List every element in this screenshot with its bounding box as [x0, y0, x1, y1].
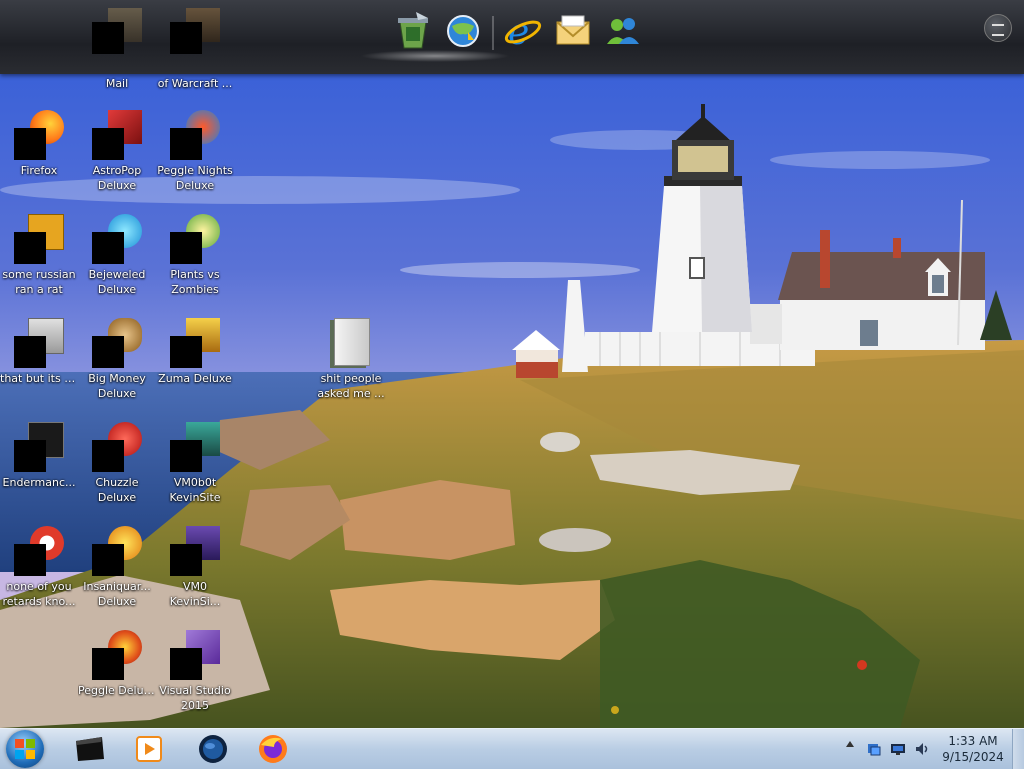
icon-label: Deluxe [97, 283, 137, 296]
icon-label: Firefox [20, 164, 58, 177]
redacted-icon [170, 336, 202, 368]
desktop-icon-none-of-you[interactable]: none of you retards kno... [0, 526, 78, 609]
icon-label: that but its c# [0, 372, 78, 385]
desktop-icon-peggle-deluxe[interactable]: Peggle Deluxe [78, 630, 156, 698]
desktop-icon-vm0-kevinsite[interactable]: VM0 KevinSi... [156, 526, 234, 609]
redacted-icon [92, 440, 124, 472]
black-app-icon[interactable] [72, 733, 106, 765]
redacted-icon [170, 22, 202, 54]
desktop-icon-plants-vs-zombies[interactable]: Plants vs Zombies [156, 214, 234, 297]
redacted-icon [170, 440, 202, 472]
icon-label: of Warcraft ... [157, 77, 233, 90]
internet-explorer-icon[interactable]: e [502, 10, 544, 53]
desktop-icon-bejeweled[interactable]: Bejeweled Deluxe [78, 214, 156, 297]
redacted-icon [170, 648, 202, 680]
icon-label: Mail [105, 77, 129, 90]
display-icon[interactable] [890, 741, 906, 757]
icon-label: Deluxe [97, 595, 137, 608]
media-player-icon[interactable] [132, 733, 166, 765]
desktop-icon-insaniquarium[interactable]: Insaniquar... Deluxe [78, 526, 156, 609]
icon-label: Zombies [171, 283, 219, 296]
icon-label: asked me ... [317, 387, 385, 400]
icon-label: Deluxe [97, 179, 137, 192]
redacted-icon [14, 440, 46, 472]
desktop-icon-peggle-nights[interactable]: Peggle Nights Deluxe [156, 110, 234, 193]
redacted-icon [92, 648, 124, 680]
desktop-icon-big-money[interactable]: Big Money Deluxe [78, 318, 156, 401]
taskbar: 1:33 AM 9/15/2024 [0, 728, 1024, 769]
folder-icon [334, 318, 370, 366]
desktop-icon-astropop[interactable]: AstroPop Deluxe [78, 110, 156, 193]
redacted-icon [92, 544, 124, 576]
icon-label: KevinSite [169, 491, 221, 504]
icon-label: Deluxe [97, 387, 137, 400]
redacted-icon [92, 232, 124, 264]
icon-label: Insaniquar... [83, 580, 151, 593]
icon-label: retards kno... [2, 595, 76, 608]
clock-date: 9/15/2024 [942, 750, 1004, 764]
redacted-icon [170, 544, 202, 576]
icon-label: Big Money [88, 372, 146, 385]
volume-icon[interactable] [914, 741, 930, 757]
desktop-icon-chuzzle[interactable]: Chuzzle Deluxe [78, 422, 156, 505]
redacted-icon [92, 128, 124, 160]
desktop-icon-mail[interactable]: Mail [78, 8, 156, 91]
icon-label: Peggle Nights [157, 164, 233, 177]
update-globe-icon[interactable] [442, 10, 484, 52]
windows-logo-icon [15, 739, 35, 759]
redacted-icon [14, 128, 46, 160]
redacted-icon [14, 336, 46, 368]
desktop-icon-endermanch[interactable]: Endermanc... [0, 422, 78, 490]
icon-label: 2015 [181, 699, 209, 712]
firefox-icon[interactable] [256, 733, 290, 765]
icon-label: VM0b0t [173, 476, 217, 489]
redacted-icon [92, 22, 124, 54]
icon-label: Bejeweled [88, 268, 146, 281]
desktop-icon-firefox[interactable]: Firefox [0, 110, 78, 178]
network-icon[interactable] [866, 741, 882, 757]
desktop-icon-vm0b0t-kevinsite[interactable]: VM0b0t KevinSite [156, 422, 234, 505]
desktop-icon-visual-studio-2015[interactable]: Visual Studio 2015 [156, 630, 234, 713]
redacted-icon [92, 336, 124, 368]
redacted-icon [14, 232, 46, 264]
icon-label: shit people [320, 372, 382, 385]
icon-label: Visual Studio [159, 684, 231, 697]
mail-icon[interactable] [552, 10, 594, 52]
icon-label: KevinSi... [169, 595, 221, 608]
icon-label: Chuzzle [95, 476, 139, 489]
desktop-icon-world-of-warcraft[interactable]: of Warcraft ... [156, 8, 234, 91]
desktop-icon-zuma[interactable]: Zuma Deluxe [156, 318, 234, 386]
dock-separator [492, 16, 494, 50]
icon-label: ran a rat [15, 283, 63, 296]
show-desktop-button[interactable] [1012, 729, 1024, 769]
icon-label: VM0 [182, 580, 207, 593]
desktop-icon-that-but-its-csharp[interactable]: that but its c# [0, 318, 78, 386]
start-button[interactable] [6, 730, 44, 768]
clock-time: 1:33 AM [948, 734, 998, 748]
show-hidden-icons-arrow[interactable] [846, 741, 854, 747]
recycle-bin-icon[interactable] [392, 10, 434, 52]
system-clock[interactable]: 1:33 AM 9/15/2024 [936, 733, 1010, 765]
redacted-icon [14, 544, 46, 576]
dock-menu-button[interactable] [984, 14, 1012, 42]
icon-label: some russian [2, 268, 76, 281]
desktop-icon-shit-people-asked-me[interactable]: shit people asked me ... [312, 318, 390, 401]
icon-label: Peggle Deluxe [78, 684, 156, 697]
icon-label: Deluxe [97, 491, 137, 504]
desktop-icon-some-russian[interactable]: some russian ran a rat [0, 214, 78, 297]
redacted-icon [170, 232, 202, 264]
people-icon[interactable] [602, 10, 644, 52]
icon-label: Zuma Deluxe [158, 372, 232, 385]
redacted-icon [170, 128, 202, 160]
icon-label: Plants vs [170, 268, 220, 281]
icon-label: Endermanc... [2, 476, 76, 489]
icon-label: Deluxe [175, 179, 215, 192]
icon-label: AstroPop [92, 164, 142, 177]
icon-label: none of you [6, 580, 72, 593]
globe-app-icon[interactable] [196, 733, 230, 765]
